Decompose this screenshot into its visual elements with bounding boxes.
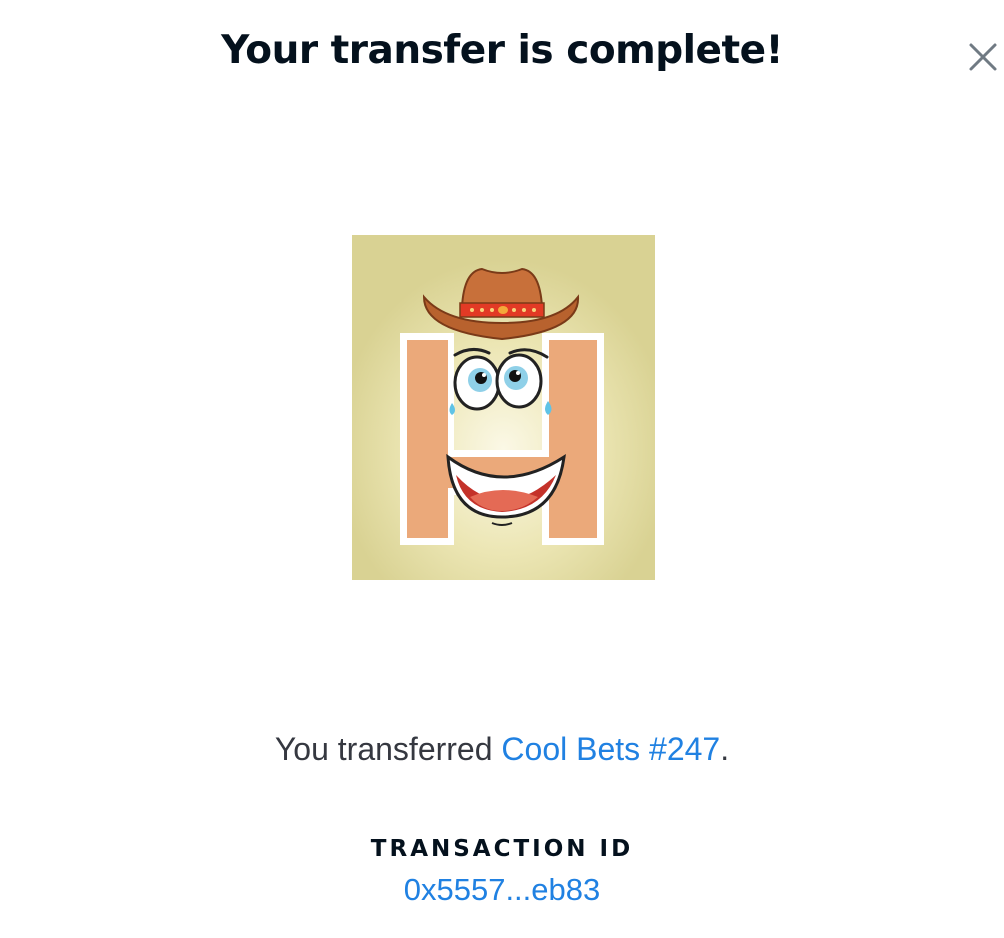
transfer-complete-modal: Your transfer is complete! You transferr… bbox=[0, 0, 1004, 938]
nft-artwork bbox=[352, 235, 655, 580]
nft-image bbox=[352, 235, 655, 580]
message-suffix: . bbox=[720, 731, 730, 767]
modal-title: Your transfer is complete! bbox=[221, 28, 783, 73]
item-link[interactable]: Cool Bets #247 bbox=[501, 731, 720, 767]
transfer-message: You transferred Cool Bets #247. bbox=[0, 731, 1004, 768]
transaction-id-value: 0x5557...eb83 bbox=[0, 872, 1004, 908]
transaction-id-link[interactable]: 0x5557...eb83 bbox=[404, 872, 601, 907]
close-button[interactable] bbox=[964, 38, 1004, 78]
close-icon bbox=[969, 43, 997, 71]
transaction-id-label: TRANSACTION ID bbox=[370, 836, 634, 862]
message-prefix: You transferred bbox=[274, 731, 502, 767]
